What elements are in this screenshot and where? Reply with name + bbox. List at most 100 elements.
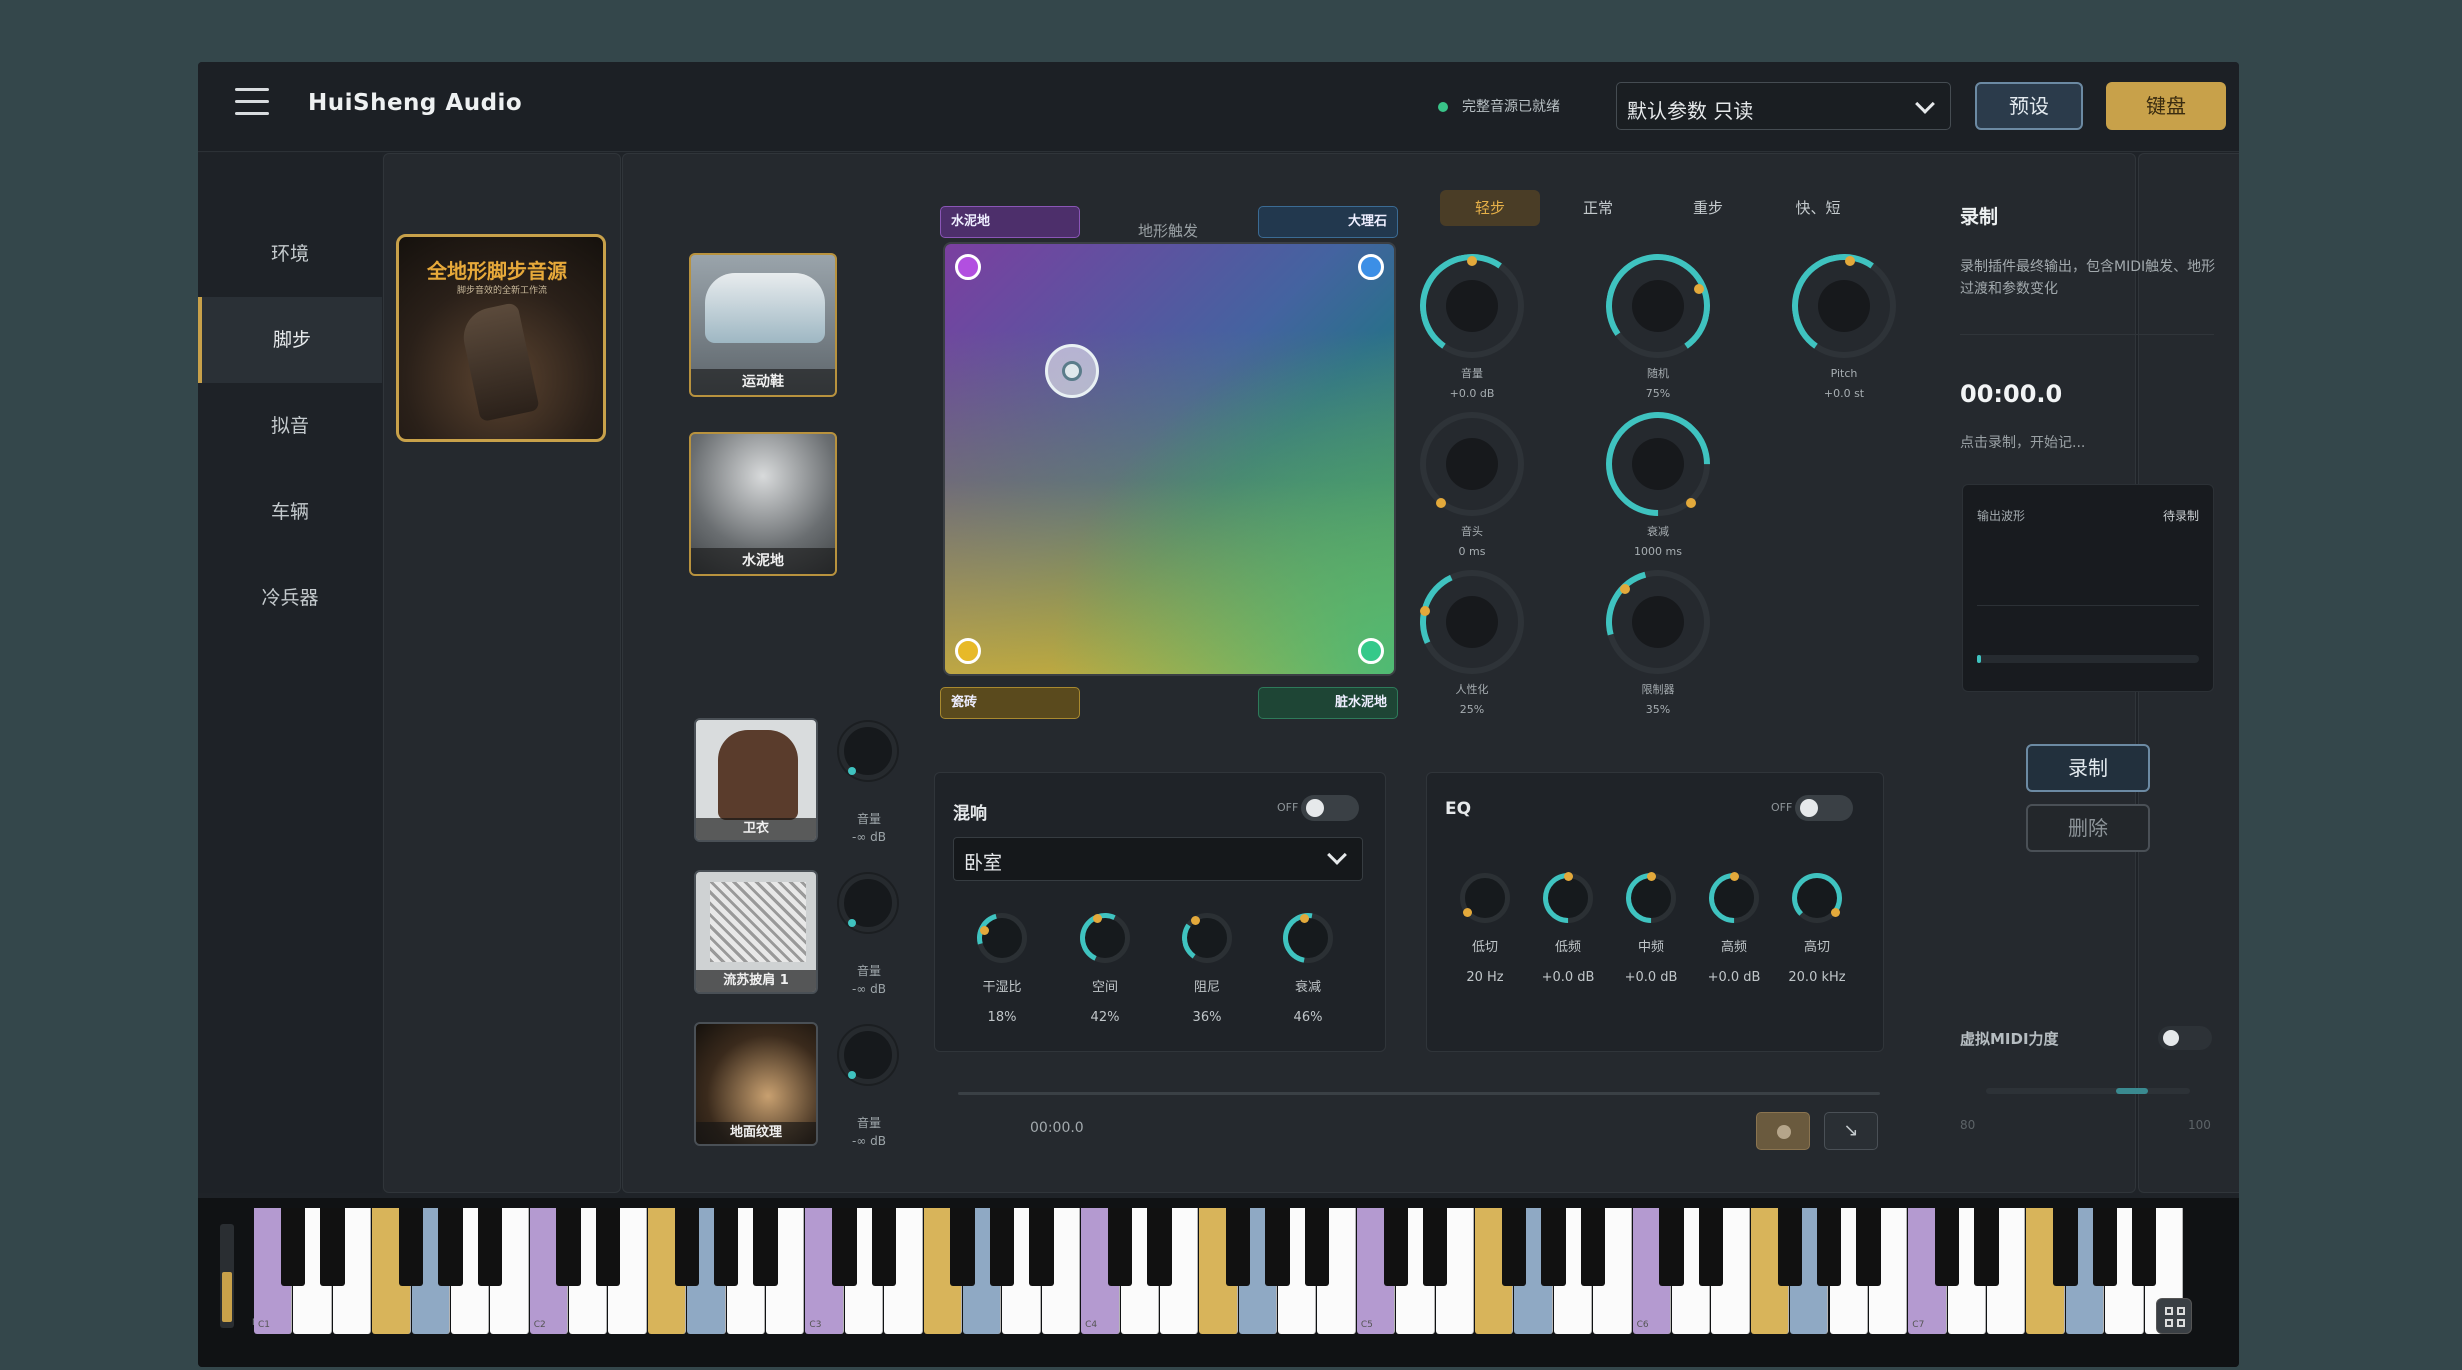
space-knob[interactable] [1072, 905, 1138, 971]
pitch-knob[interactable] [1783, 245, 1905, 367]
piano-keyboard[interactable]: M C1C2C3C4C5C6C7 [198, 1198, 2239, 1367]
limiter-knob[interactable] [1586, 550, 1730, 694]
piano-black-key[interactable] [2132, 1208, 2157, 1286]
midi-velocity-slider[interactable] [1986, 1088, 2190, 1094]
damping-knob[interactable] [1178, 909, 1236, 967]
piano-black-key[interactable] [871, 1208, 896, 1286]
piano-black-key[interactable] [1777, 1208, 1802, 1286]
mid-knob[interactable] [1615, 862, 1687, 934]
sidebar-item-environment[interactable]: 环境 [198, 211, 382, 297]
piano-black-key[interactable] [1974, 1208, 1999, 1286]
export-icon[interactable]: ↘ [1824, 1112, 1878, 1150]
sidebar-item-vehicles[interactable]: 车辆 [198, 469, 382, 555]
piano-black-key[interactable] [1580, 1208, 1605, 1286]
piano-black-key[interactable] [1698, 1208, 1724, 1286]
material-sneaker[interactable]: 运动鞋 [689, 253, 837, 397]
piano-black-key[interactable] [1304, 1208, 1330, 1286]
piano-black-key[interactable] [989, 1208, 1015, 1286]
piano-black-key[interactable] [714, 1208, 739, 1286]
sidebar-item-weapons[interactable]: 冷兵器 [198, 555, 382, 641]
piano-black-key[interactable] [674, 1208, 700, 1286]
menu-icon[interactable] [235, 88, 269, 116]
low-knob[interactable] [1532, 862, 1604, 934]
corner-bottom-right[interactable] [1358, 638, 1384, 664]
pad-tag-bottom-right[interactable]: 脏水泥地 [1258, 687, 1398, 719]
dry-wet-knob[interactable] [967, 903, 1037, 973]
lowcut-knob[interactable] [1460, 873, 1510, 923]
piano-black-key[interactable] [1147, 1208, 1172, 1286]
transport-record-button[interactable] [1756, 1112, 1810, 1150]
piano-black-key[interactable] [1265, 1208, 1290, 1286]
piano-black-key[interactable] [753, 1208, 778, 1286]
tab-heavy[interactable]: 重步 [1658, 190, 1758, 226]
layer-volume-knob[interactable] [839, 1026, 897, 1084]
eq-toggle[interactable] [1795, 795, 1853, 821]
record-button[interactable]: 录制 [2026, 744, 2150, 792]
piano-black-key[interactable] [477, 1208, 503, 1286]
piano-black-key[interactable] [556, 1208, 581, 1286]
midi-velocity-toggle[interactable] [2158, 1026, 2212, 1050]
record-hint: 点击录制，开始记... [1960, 435, 2086, 451]
piano-black-key[interactable] [1226, 1208, 1251, 1286]
room-select[interactable]: 卧室 [953, 837, 1363, 881]
tab-fast-short[interactable]: 快、短 [1768, 190, 1868, 226]
piano-black-key[interactable] [595, 1208, 621, 1286]
layer-hoodie[interactable]: 卫衣 [694, 718, 818, 842]
piano-black-key[interactable] [950, 1208, 975, 1286]
high-knob[interactable] [1698, 862, 1770, 934]
piano-black-key[interactable] [1856, 1208, 1881, 1286]
piano-black-key[interactable] [1659, 1208, 1684, 1286]
material-concrete[interactable]: 水泥地 [689, 432, 837, 576]
layer-volume-knob[interactable] [839, 722, 897, 780]
timeline-track[interactable] [958, 1092, 1880, 1095]
corner-top-right[interactable] [1358, 254, 1384, 280]
piano-black-key[interactable] [832, 1208, 857, 1286]
random-knob[interactable] [1597, 245, 1719, 367]
attack-knob[interactable] [1420, 412, 1524, 516]
grid-icon[interactable] [2156, 1298, 2192, 1334]
piano-black-key[interactable] [320, 1208, 345, 1286]
tab-light-step[interactable]: 轻步 [1440, 190, 1540, 226]
pad-tag-top-right[interactable]: 大理石 [1258, 206, 1398, 238]
sidebar-item-footsteps[interactable]: 脚步 [198, 297, 382, 383]
pitch-wheel[interactable] [220, 1224, 234, 1328]
keyboard-button[interactable]: 键盘 [2106, 82, 2226, 130]
piano-black-key[interactable] [438, 1208, 463, 1286]
piano-black-key[interactable] [1501, 1208, 1527, 1286]
delete-button[interactable]: 删除 [2026, 804, 2150, 852]
app-title: HuiSheng Audio [308, 90, 523, 116]
preset-select[interactable]: 默认参数 只读 [1616, 82, 1951, 130]
terrain-xy-pad[interactable] [943, 242, 1396, 676]
piano-black-key[interactable] [1107, 1208, 1133, 1286]
tab-normal[interactable]: 正常 [1548, 190, 1648, 226]
sidebar-item-foley[interactable]: 拟音 [198, 383, 382, 469]
corner-top-left[interactable] [955, 254, 981, 280]
layer-volume-knob[interactable] [839, 874, 897, 932]
layer-ground-texture[interactable]: 地面纹理 [694, 1022, 818, 1146]
pad-tag-bottom-left[interactable]: 瓷砖 [940, 687, 1080, 719]
pad-puck[interactable] [1045, 344, 1099, 398]
piano-black-key[interactable] [1423, 1208, 1448, 1286]
highcut-knob[interactable] [1792, 873, 1842, 923]
layer-shawl[interactable]: 流苏披肩 1 [694, 870, 818, 994]
preset-button[interactable]: 预设 [1975, 82, 2083, 130]
transport-time: 00:00.0 [1030, 1120, 1084, 1136]
humanize-knob[interactable] [1405, 555, 1539, 689]
piano-black-key[interactable] [1541, 1208, 1566, 1286]
piano-black-key[interactable] [280, 1208, 306, 1286]
piano-black-key[interactable] [2053, 1208, 2078, 1286]
piano-black-key[interactable] [398, 1208, 424, 1286]
decay-knob[interactable] [1584, 390, 1732, 538]
volume-knob[interactable] [1411, 245, 1533, 367]
library-cover[interactable]: 全地形脚步音源 脚步音效的全新工作流 [396, 234, 606, 442]
piano-black-key[interactable] [1383, 1208, 1409, 1286]
piano-black-key[interactable] [1935, 1208, 1960, 1286]
reverb-toggle[interactable] [1301, 795, 1359, 821]
piano-black-key[interactable] [1816, 1208, 1842, 1286]
piano-black-key[interactable] [2092, 1208, 2118, 1286]
piano-black-key[interactable] [1029, 1208, 1054, 1286]
corner-bottom-left[interactable] [955, 638, 981, 664]
reverb-decay-knob[interactable] [1273, 903, 1343, 973]
waveform-progress [1977, 655, 2199, 663]
pad-tag-top-left[interactable]: 水泥地 [940, 206, 1080, 238]
